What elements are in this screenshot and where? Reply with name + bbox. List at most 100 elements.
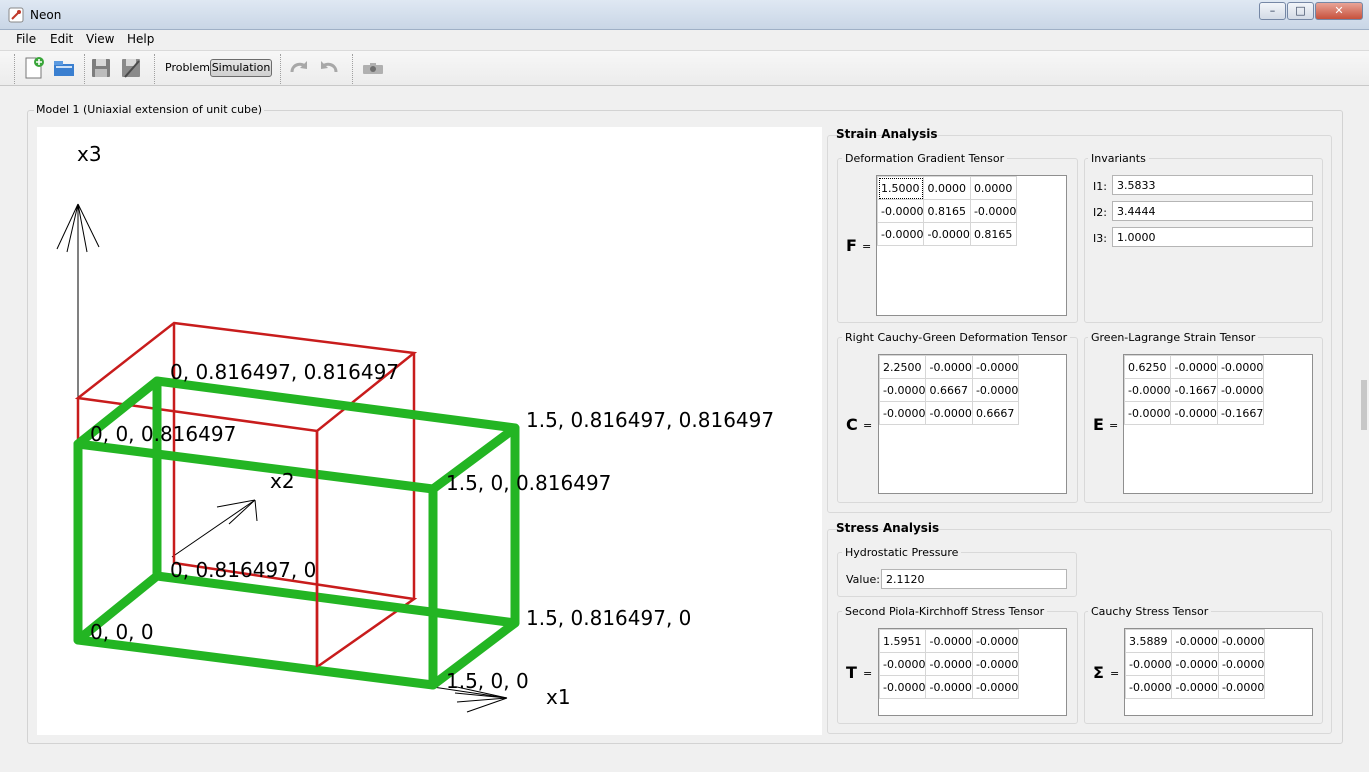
matrix-cell[interactable]: -0.0000 bbox=[1171, 652, 1219, 676]
app-icon bbox=[8, 7, 24, 23]
matrix-cell[interactable]: -0.0000 bbox=[1170, 355, 1218, 379]
matrix-cell[interactable]: 0.0000 bbox=[923, 176, 971, 200]
matrix-row: -0.0000 -0.0000 -0.0000 bbox=[1124, 652, 1266, 676]
invariant-i2-field[interactable]: 3.4444 bbox=[1112, 201, 1313, 221]
tensor-symbol-f: F bbox=[846, 236, 857, 255]
matrix-cell[interactable]: -0.0000 bbox=[878, 675, 927, 699]
axis-label-x2: x2 bbox=[270, 469, 295, 493]
redo-icon[interactable] bbox=[287, 56, 311, 80]
matrix-cell[interactable]: -0.0000 bbox=[1216, 355, 1265, 379]
matrix-Sigma: 3.5889 -0.0000 -0.0000 -0.0000 -0.0000 -0.000… bbox=[1124, 629, 1266, 699]
matrix-cell[interactable]: -0.0000 bbox=[925, 629, 973, 653]
cauchy-stress-title: Cauchy Stress Tensor bbox=[1088, 605, 1212, 618]
matrix-cell[interactable]: -0.0000 bbox=[1217, 629, 1266, 653]
matrix-cell[interactable]: -0.0000 bbox=[878, 378, 927, 402]
maximize-button[interactable]: □ bbox=[1287, 2, 1314, 20]
matrix-cell[interactable]: 2.2500 bbox=[878, 355, 927, 379]
menu-file[interactable]: File bbox=[16, 32, 36, 46]
matrix-cell[interactable]: 0.0000 bbox=[969, 176, 1018, 200]
matrix-cell[interactable]: -0.0000 bbox=[971, 675, 1020, 699]
tensor-symbol-e: E bbox=[1093, 415, 1104, 434]
vertex-label: 0, 0, 0 bbox=[90, 620, 154, 644]
matrix-cell[interactable]: -0.0000 bbox=[925, 652, 973, 676]
matrix-cell[interactable]: -0.0000 bbox=[1217, 675, 1266, 699]
matrix-row: -0.0000 -0.1667 -0.0000 bbox=[1123, 378, 1265, 402]
matrix-cell[interactable]: -0.0000 bbox=[971, 652, 1020, 676]
matrix-cell[interactable]: 0.6667 bbox=[925, 378, 973, 402]
equals-sign: = bbox=[1109, 419, 1119, 432]
matrix-row: -0.0000 -0.0000 0.8165 bbox=[876, 222, 1018, 246]
matrix-row: 1.5951 -0.0000 -0.0000 bbox=[878, 629, 1020, 653]
minimize-button[interactable]: – bbox=[1259, 2, 1286, 20]
green-lagrange-title: Green-Lagrange Strain Tensor bbox=[1088, 331, 1259, 344]
matrix-cell[interactable]: -0.0000 bbox=[1124, 652, 1173, 676]
matrix-cell[interactable]: -0.0000 bbox=[925, 675, 973, 699]
matrix-cell[interactable]: -0.0000 bbox=[1123, 378, 1172, 402]
right-cauchy-green-table[interactable]: 2.2500 -0.0000 -0.0000 -0.0000 0.6667 -0.0000… bbox=[878, 354, 1067, 494]
matrix-cell[interactable]: -0.0000 bbox=[1124, 675, 1173, 699]
toolbar-separator bbox=[84, 54, 86, 84]
invariants-title: Invariants bbox=[1088, 152, 1149, 165]
matrix-cell[interactable]: -0.0000 bbox=[971, 378, 1020, 402]
camera-icon[interactable] bbox=[361, 56, 385, 80]
save-as-icon[interactable] bbox=[119, 56, 143, 80]
matrix-cell[interactable]: 0.8165 bbox=[923, 199, 971, 223]
matrix-cell[interactable]: -0.0000 bbox=[1217, 652, 1266, 676]
window-edge-grip bbox=[1361, 380, 1367, 430]
matrix-cell[interactable]: -0.0000 bbox=[876, 222, 925, 246]
vertex-label: 0, 0.816497, 0 bbox=[170, 558, 316, 582]
new-file-icon[interactable] bbox=[22, 56, 46, 80]
matrix-cell[interactable]: 0.8165 bbox=[969, 222, 1018, 246]
matrix-cell[interactable]: -0.0000 bbox=[925, 355, 973, 379]
toolbar-separator bbox=[154, 54, 156, 84]
axis-label-x1: x1 bbox=[546, 685, 571, 709]
matrix-cell[interactable]: 1.5951 bbox=[878, 629, 927, 653]
menu-view[interactable]: View bbox=[86, 32, 114, 46]
matrix-cell[interactable]: -0.0000 bbox=[1171, 629, 1219, 653]
strain-analysis-title: Strain Analysis bbox=[836, 127, 938, 141]
matrix-cell[interactable]: 0.6667 bbox=[971, 401, 1020, 425]
matrix-cell[interactable]: -0.0000 bbox=[878, 401, 927, 425]
matrix-cell[interactable]: -0.0000 bbox=[971, 629, 1020, 653]
deformation-gradient-table[interactable]: 1.5000 0.0000 0.0000 -0.0000 0.8165 -0.0000 -0… bbox=[876, 175, 1067, 316]
matrix-cell[interactable]: -0.1667 bbox=[1170, 378, 1218, 402]
problem-button[interactable]: Problem bbox=[165, 61, 210, 74]
matrix-cell[interactable]: 3.5889 bbox=[1124, 629, 1173, 653]
green-lagrange-table[interactable]: 0.6250 -0.0000 -0.0000 -0.0000 -0.1667 -0.000… bbox=[1123, 354, 1313, 494]
matrix-cell[interactable]: 0.6250 bbox=[1123, 355, 1172, 379]
invariant-i1-field[interactable]: 3.5833 bbox=[1112, 175, 1313, 195]
matrix-cell[interactable]: -0.1667 bbox=[1216, 401, 1265, 425]
matrix-cell[interactable]: -0.0000 bbox=[923, 222, 971, 246]
tensor-symbol-sigma: Σ bbox=[1093, 663, 1104, 682]
matrix-cell[interactable]: -0.0000 bbox=[1123, 401, 1172, 425]
matrix-row: -0.0000 -0.0000 -0.1667 bbox=[1123, 401, 1265, 425]
save-icon[interactable] bbox=[89, 56, 113, 80]
matrix-row: 2.2500 -0.0000 -0.0000 bbox=[878, 355, 1020, 379]
3d-viewport[interactable]: x3 x2 x1 0, 0.816497, 0.816497 0, 0, 0.8… bbox=[37, 127, 822, 735]
invariant-i2-label: I2: bbox=[1093, 206, 1107, 219]
matrix-cell[interactable]: -0.0000 bbox=[878, 652, 927, 676]
close-button[interactable]: ✕ bbox=[1315, 2, 1363, 20]
matrix-cell[interactable]: -0.0000 bbox=[1170, 401, 1218, 425]
matrix-F: 1.5000 0.0000 0.0000 -0.0000 0.8165 -0.0000 -0… bbox=[876, 176, 1018, 246]
invariant-i3-field[interactable]: 1.0000 bbox=[1112, 227, 1313, 247]
matrix-cell[interactable]: -0.0000 bbox=[971, 355, 1020, 379]
menu-help[interactable]: Help bbox=[127, 32, 154, 46]
matrix-cell[interactable]: 1.5000 bbox=[876, 176, 925, 200]
matrix-cell[interactable]: -0.0000 bbox=[969, 199, 1018, 223]
simulation-button[interactable]: Simulation bbox=[210, 59, 272, 77]
matrix-row: 3.5889 -0.0000 -0.0000 bbox=[1124, 629, 1266, 653]
matrix-cell[interactable]: -0.0000 bbox=[1216, 378, 1265, 402]
cauchy-stress-table[interactable]: 3.5889 -0.0000 -0.0000 -0.0000 -0.0000 -0.000… bbox=[1124, 628, 1313, 716]
right-cauchy-green-title: Right Cauchy-Green Deformation Tensor bbox=[842, 331, 1071, 344]
open-file-icon[interactable] bbox=[52, 56, 76, 80]
matrix-cell[interactable]: -0.0000 bbox=[925, 401, 973, 425]
pressure-value-label: Value: bbox=[846, 573, 880, 586]
menu-edit[interactable]: Edit bbox=[50, 32, 73, 46]
matrix-cell[interactable]: -0.0000 bbox=[1171, 675, 1219, 699]
matrix-cell[interactable]: -0.0000 bbox=[876, 199, 925, 223]
pressure-value-field[interactable]: 2.1120 bbox=[881, 569, 1067, 589]
undo-icon[interactable] bbox=[317, 56, 341, 80]
second-piola-kirchhoff-table[interactable]: 1.5951 -0.0000 -0.0000 -0.0000 -0.0000 -0.000… bbox=[878, 628, 1067, 716]
second-piola-kirchhoff-title: Second Piola-Kirchhoff Stress Tensor bbox=[842, 605, 1048, 618]
